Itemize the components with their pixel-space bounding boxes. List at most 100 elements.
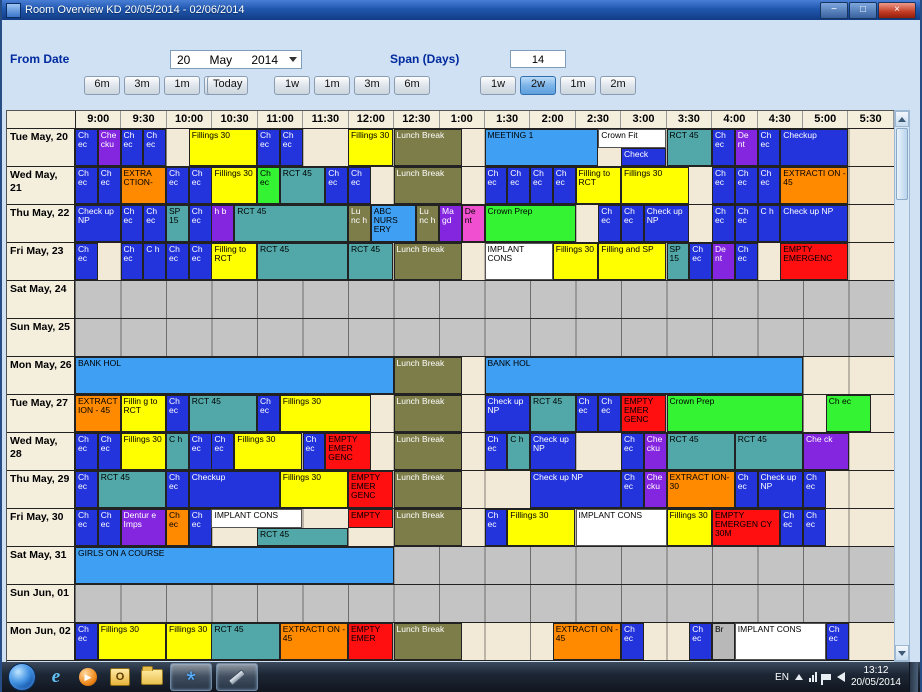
appointment-block[interactable]: C h bbox=[507, 433, 530, 470]
appointment-block[interactable]: Ma gd bbox=[439, 205, 462, 242]
appointment-block[interactable]: Ch ec bbox=[280, 129, 303, 166]
day-row-track[interactable]: BANK HOLLunch BreakBANK HOL bbox=[75, 357, 894, 394]
appointment-block[interactable]: Fillings 30 bbox=[667, 509, 713, 546]
appointment-block[interactable]: Ch ec bbox=[485, 433, 508, 470]
appointment-block[interactable]: C h bbox=[758, 205, 781, 242]
day-row-track[interactable] bbox=[75, 319, 894, 356]
appointment-block[interactable]: Ch ec bbox=[621, 433, 644, 470]
appointment-block[interactable]: SP 15 bbox=[166, 205, 189, 242]
appointment-block[interactable]: Ch ec bbox=[485, 167, 508, 204]
appointment-block[interactable]: Ch ec bbox=[75, 623, 98, 660]
appointment-block[interactable]: RCT 45 bbox=[257, 243, 348, 280]
appointment-block[interactable]: Ch ec bbox=[211, 433, 234, 470]
appointment-block[interactable]: Ch ec bbox=[166, 167, 189, 204]
appointment-block[interactable]: Ch ec bbox=[166, 509, 189, 546]
appointment-block[interactable]: Check up NP bbox=[644, 205, 690, 242]
appointment-block[interactable]: Ch ec bbox=[598, 395, 621, 432]
scrollbar-track[interactable] bbox=[895, 201, 909, 645]
appointment-block[interactable]: Ch ec bbox=[75, 509, 98, 546]
appointment-block[interactable]: Filling to RCT bbox=[211, 243, 257, 280]
appointment-block[interactable]: Checkup bbox=[780, 129, 848, 166]
appointment-block[interactable]: EXTRACTI ON - 45 bbox=[280, 623, 348, 660]
scrollbar-thumb[interactable] bbox=[896, 128, 908, 200]
appointment-block[interactable]: Ch ec bbox=[98, 167, 121, 204]
appointment-block[interactable]: Ch ec bbox=[121, 129, 144, 166]
tray-expand-icon[interactable] bbox=[795, 674, 803, 680]
day-row-track[interactable]: Ch ecCh ecFillings 30C hCh ecCh ecFillin… bbox=[75, 433, 894, 470]
scheduler-app-taskbar-button[interactable]: * bbox=[170, 663, 212, 691]
appointment-block[interactable]: Fillings 30 bbox=[553, 243, 599, 280]
appointment-block[interactable]: Check up NP bbox=[485, 395, 531, 432]
appointment-block[interactable]: RCT 45 bbox=[280, 167, 326, 204]
appointment-block[interactable]: Fillings 30 bbox=[211, 167, 257, 204]
appointment-block[interactable]: Lunch Break bbox=[394, 357, 462, 394]
appointment-block[interactable]: h b bbox=[211, 205, 234, 242]
outlook-icon[interactable]: O bbox=[106, 665, 134, 689]
appointment-block[interactable]: Fillings 30 bbox=[621, 167, 689, 204]
appointment-block[interactable]: Ch ec bbox=[598, 205, 621, 242]
appointment-block[interactable]: EMPTY EMER GENC bbox=[325, 433, 371, 470]
appointment-block[interactable]: EXTRACTI ON - 45 bbox=[553, 623, 621, 660]
range-button-1w[interactable]: 1w bbox=[274, 76, 310, 95]
appointment-block[interactable]: Check up NP bbox=[780, 205, 848, 242]
appointment-block[interactable]: EXTRACTI ON - 45 bbox=[780, 167, 848, 204]
appointment-block[interactable]: EMPTY EMER GENC bbox=[348, 471, 394, 508]
appointment-block[interactable]: Crown Prep bbox=[485, 205, 576, 242]
appointment-block[interactable]: Che cku bbox=[644, 471, 667, 508]
appointment-block[interactable]: Ch ec bbox=[257, 129, 280, 166]
appointment-block[interactable]: Ch ec bbox=[621, 205, 644, 242]
appointment-block[interactable]: IMPLANT CONS bbox=[485, 243, 553, 280]
appointment-block[interactable]: EXTRACT ION - 45 bbox=[75, 395, 121, 432]
appointment-block[interactable]: Checkup bbox=[189, 471, 280, 508]
appointment-block[interactable]: Ch ec bbox=[712, 129, 735, 166]
day-row-track[interactable]: Ch ecCh ecEXTRA CTION-Ch ecCh ecFillings… bbox=[75, 167, 894, 204]
appointment-block[interactable]: Ch ec bbox=[75, 471, 98, 508]
appointment-block[interactable]: Ch ec bbox=[803, 471, 826, 508]
appointment-block[interactable]: RCT 45 bbox=[211, 623, 279, 660]
range-button-2w[interactable]: 2w bbox=[520, 76, 556, 95]
appointment-block[interactable]: Ch ec bbox=[621, 623, 644, 660]
appointment-block[interactable]: Ch ec bbox=[712, 205, 735, 242]
appointment-block[interactable]: EMPTY EMERGENC bbox=[780, 243, 848, 280]
tools-app-taskbar-button[interactable] bbox=[216, 663, 258, 691]
appointment-block[interactable]: Ch ec bbox=[758, 167, 781, 204]
appointment-block[interactable]: Ch ec bbox=[712, 167, 735, 204]
day-row-track[interactable]: Ch ecChe ckuCh ecCh ecFillings 30Ch ecCh… bbox=[75, 129, 894, 166]
appointment-block[interactable]: GIRLS ON A COURSE bbox=[75, 547, 394, 584]
appointment-block[interactable]: RCT 45 bbox=[98, 471, 166, 508]
day-row-track[interactable] bbox=[75, 585, 894, 622]
appointment-block[interactable]: Ch ec bbox=[121, 243, 144, 280]
appointment-block[interactable]: Ch ec bbox=[507, 167, 530, 204]
scroll-up-button[interactable] bbox=[895, 111, 909, 127]
appointment-block[interactable]: De nt bbox=[712, 243, 735, 280]
appointment-block[interactable]: Ch ec bbox=[689, 623, 712, 660]
appointment-block[interactable]: Filling to RCT bbox=[576, 167, 622, 204]
appointment-block[interactable]: IMPLANT CONS bbox=[735, 623, 826, 660]
appointment-block[interactable]: RCT 45 bbox=[667, 129, 713, 166]
appointment-block[interactable]: Ch ec bbox=[758, 129, 781, 166]
appointment-block[interactable]: SP 15 bbox=[667, 243, 690, 280]
appointment-block[interactable]: Ch ec bbox=[98, 433, 121, 470]
show-desktop-button[interactable] bbox=[909, 662, 918, 692]
appointment-block[interactable]: Che ck bbox=[803, 433, 849, 470]
appointment-block[interactable]: Ch ec bbox=[325, 167, 348, 204]
range-button-6m[interactable]: 6m bbox=[84, 76, 120, 95]
from-date-picker[interactable]: 20 May 2014 bbox=[170, 50, 302, 69]
appointment-block[interactable]: Lunch Break bbox=[394, 623, 462, 660]
appointment-block[interactable]: Ch ec bbox=[780, 509, 803, 546]
range-button-1m[interactable]: 1m bbox=[164, 76, 200, 95]
appointment-block[interactable]: Ch ec bbox=[189, 243, 212, 280]
title-bar[interactable]: Room Overview KD 20/05/2014 - 02/06/2014… bbox=[2, 0, 920, 20]
appointment-block[interactable]: Fillings 30 bbox=[280, 395, 371, 432]
appointment-block[interactable]: Ch ec bbox=[75, 243, 98, 280]
appointment-block[interactable]: Ch ec bbox=[735, 243, 758, 280]
day-row-track[interactable]: GIRLS ON A COURSE bbox=[75, 547, 894, 584]
day-row-track[interactable]: Ch ecCh ecDentur e ImpsCh ecCh ecIMPLANT… bbox=[75, 509, 894, 546]
appointment-block[interactable]: Check up NP bbox=[530, 471, 621, 508]
appointment-block[interactable]: BANK HOL bbox=[75, 357, 394, 394]
appointment-block[interactable]: Che cku bbox=[644, 433, 667, 470]
day-row-track[interactable]: Ch ecFillings 30Fillings 30RCT 45EXTRACT… bbox=[75, 623, 894, 660]
appointment-block[interactable]: Ch ec bbox=[166, 471, 189, 508]
minimize-button[interactable]: − bbox=[820, 2, 848, 19]
range-button-1m[interactable]: 1m bbox=[560, 76, 596, 95]
